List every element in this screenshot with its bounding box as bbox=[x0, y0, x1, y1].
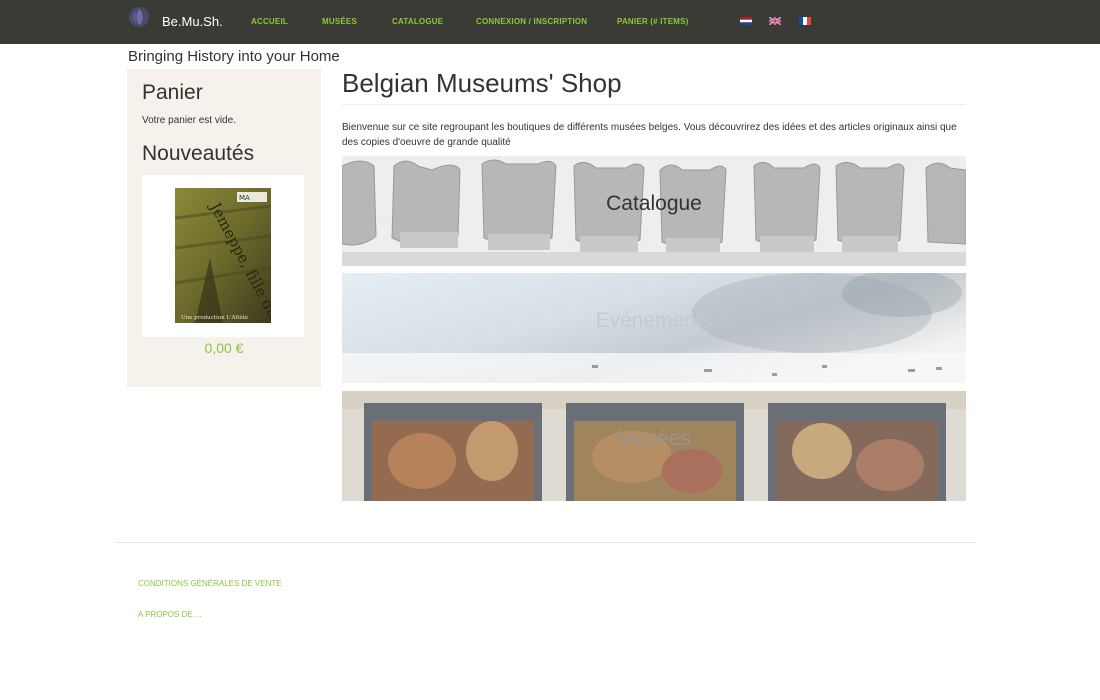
product-poster-image[interactable]: Jemeppe, fille du rail MA Une production… bbox=[175, 188, 271, 323]
intro-text: Bienvenue sur ce site regroupant les bou… bbox=[342, 122, 957, 148]
tile-catalogue[interactable]: Catalogue bbox=[342, 156, 966, 266]
nav-musees[interactable]: MUSÉES bbox=[322, 17, 357, 26]
product-price: 0,00 € bbox=[204, 340, 244, 356]
brand-logo-icon[interactable] bbox=[128, 6, 150, 28]
footer-divider bbox=[116, 542, 976, 543]
site-tagline: Bringing History into your Home bbox=[128, 48, 340, 65]
footer-link-about[interactable]: A PROPOS DE ... bbox=[138, 610, 202, 619]
poster-credit: Une production L'Altète bbox=[181, 314, 248, 321]
tile-musees[interactable]: Musées bbox=[342, 391, 966, 501]
nav-connexion-inscription[interactable]: CONNEXION / INSCRIPTION bbox=[476, 17, 587, 26]
sidebar: Panier Votre panier est vide. Nouveautés… bbox=[127, 69, 321, 387]
flag-en-icon[interactable] bbox=[769, 17, 781, 25]
svg-text:MA: MA bbox=[239, 194, 250, 202]
flag-fr-icon[interactable] bbox=[799, 17, 811, 25]
cart-empty-message: Votre panier est vide. bbox=[142, 115, 236, 126]
product-card[interactable]: Jemeppe, fille du rail MA Une production… bbox=[142, 175, 304, 337]
nav-panier[interactable]: PANIER (# ITEMS) bbox=[617, 17, 689, 26]
top-navbar: Be.Mu.Sh. ACCUEIL MUSÉES CATALOGUE CONNE… bbox=[0, 0, 1100, 44]
page-title: Belgian Museums' Shop bbox=[342, 68, 622, 98]
brand-name[interactable]: Be.Mu.Sh. bbox=[162, 14, 223, 29]
tile-label-musees[interactable]: Musées bbox=[342, 427, 966, 451]
title-divider bbox=[342, 104, 966, 105]
nav-accueil[interactable]: ACCUEIL bbox=[251, 17, 288, 26]
tile-label-evenements[interactable]: Evénements bbox=[342, 309, 966, 333]
cart-title: Panier bbox=[142, 81, 203, 104]
footer-link-cgv[interactable]: CONDITIONS GÉNÉRALES DE VENTE bbox=[138, 579, 282, 588]
flag-nl-icon[interactable] bbox=[740, 17, 752, 25]
tile-evenements[interactable]: Evénements bbox=[342, 273, 966, 383]
nav-catalogue[interactable]: CATALOGUE bbox=[392, 17, 443, 26]
new-products-title: Nouveautés bbox=[142, 142, 255, 165]
tile-label-catalogue[interactable]: Catalogue bbox=[342, 192, 966, 216]
